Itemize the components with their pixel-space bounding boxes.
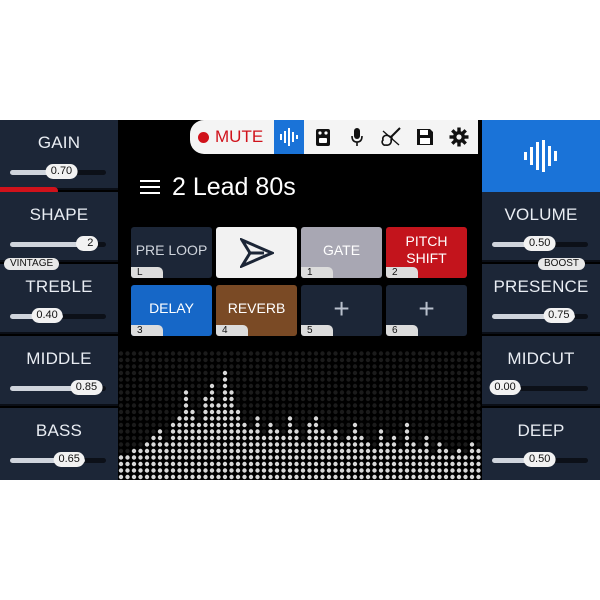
fx-slot-number: L — [131, 267, 163, 278]
knob-label: PRESENCE — [493, 277, 589, 296]
treble-slider[interactable]: 0.40 — [10, 308, 106, 323]
save-icon[interactable] — [410, 120, 440, 154]
slider-value[interactable]: 0.75 — [543, 308, 575, 323]
preset-title[interactable]: 2 Lead 80s — [172, 173, 296, 202]
knob-midcut[interactable]: MIDCUT 0.00 — [482, 336, 600, 406]
slider-value[interactable]: 0.00 — [489, 380, 521, 395]
add-effect-icon: + — [333, 293, 350, 324]
record-dot-icon — [198, 132, 209, 143]
spectrum-visualizer — [118, 351, 481, 480]
shape-slider[interactable]: 2 — [10, 236, 106, 251]
left-knob-panel: GAIN 0.70 SHAPE 2 TREBLE 0.40 MIDDLE 0.8… — [0, 120, 118, 480]
waveform-icon — [524, 140, 557, 172]
knob-volume[interactable]: VOLUME 0.50 — [482, 192, 600, 262]
knob-label: SHAPE — [29, 205, 89, 224]
fx-slot-number: 6 — [386, 325, 418, 336]
hamburger-menu-icon[interactable] — [140, 180, 160, 196]
knob-label: MIDDLE — [26, 349, 92, 368]
fx-slot-number: 1 — [301, 267, 333, 278]
fx-reverb[interactable]: REVERB 4 — [216, 285, 297, 336]
fx-slot-number: 5 — [301, 325, 333, 336]
fx-empty-slot-6[interactable]: + 6 — [386, 285, 467, 336]
fx-gate[interactable]: GATE 1 — [301, 227, 382, 278]
deep-slider[interactable]: 0.50 — [492, 452, 588, 467]
mute-label: MUTE — [215, 127, 264, 146]
knob-label: BASS — [35, 421, 83, 440]
fx-label: REVERB — [227, 300, 286, 316]
fx-slot-number: 3 — [131, 325, 163, 336]
gear-icon[interactable] — [444, 120, 474, 154]
mute-button[interactable]: MUTE — [198, 120, 263, 154]
slider-value[interactable]: 0.50 — [523, 452, 556, 467]
midcut-slider[interactable]: 0.00 — [489, 380, 588, 395]
knob-gain[interactable]: GAIN 0.70 — [0, 120, 118, 195]
knob-middle[interactable]: MIDDLE 0.85 — [0, 336, 118, 406]
gain-slider[interactable]: 0.70 — [10, 164, 106, 179]
presence-slider[interactable]: 0.75 — [492, 308, 588, 323]
fx-amp[interactable] — [216, 227, 297, 278]
middle-slider[interactable]: 0.85 — [10, 380, 106, 395]
slider-value[interactable]: 0.65 — [53, 452, 85, 467]
fx-label: DELAY — [149, 300, 194, 316]
microphone-icon[interactable] — [342, 120, 372, 154]
add-effect-icon: + — [418, 293, 435, 324]
amp-logo-icon — [240, 238, 274, 268]
slider-value[interactable]: 2 — [76, 236, 99, 251]
fx-pitch-shift[interactable]: PITCH SHIFT 2 — [386, 227, 467, 278]
top-toolbar: MUTE — [190, 120, 478, 154]
guitar-icon[interactable] — [376, 120, 406, 154]
knob-label: DEEP — [517, 421, 565, 440]
amp-app-screen: GAIN 0.70 SHAPE 2 TREBLE 0.40 MIDDLE 0.8… — [0, 120, 600, 480]
fx-pre-loop[interactable]: PRE LOOP L — [131, 227, 212, 278]
knob-treble[interactable]: TREBLE 0.40 — [0, 264, 118, 334]
fx-slot-number: 4 — [216, 325, 248, 336]
fx-label: PRE LOOP — [135, 242, 208, 258]
volume-slider[interactable]: 0.50 — [492, 236, 588, 251]
knob-bass[interactable]: BASS 0.65 — [0, 408, 118, 480]
knob-label: TREBLE — [25, 277, 93, 296]
fx-label: PITCH SHIFT — [405, 233, 448, 266]
slider-value[interactable]: 0.40 — [31, 308, 63, 323]
bass-slider[interactable]: 0.65 — [10, 452, 106, 467]
rack-view-button[interactable] — [482, 120, 600, 192]
slider-value[interactable]: 0.70 — [45, 164, 78, 179]
fx-slot-number: 2 — [386, 267, 418, 278]
knob-label: VOLUME — [504, 205, 578, 224]
fx-delay[interactable]: DELAY 3 — [131, 285, 212, 336]
knob-presence[interactable]: PRESENCE 0.75 — [482, 264, 600, 334]
knob-label: GAIN — [37, 133, 81, 152]
fx-label: GATE — [322, 242, 361, 258]
slider-value[interactable]: 0.50 — [523, 236, 556, 251]
boost-tag: BOOST — [538, 258, 586, 270]
pedal-icon[interactable] — [308, 120, 338, 154]
vintage-tag: VINTAGE — [4, 258, 60, 270]
waveform-icon[interactable] — [274, 120, 304, 154]
right-knob-panel: VOLUME 0.50 PRESENCE 0.75 MIDCUT 0.00 DE… — [482, 192, 600, 480]
knob-shape[interactable]: SHAPE 2 — [0, 192, 118, 262]
knob-deep[interactable]: DEEP 0.50 — [482, 408, 600, 480]
slider-value[interactable]: 0.85 — [70, 380, 103, 395]
knob-label: MIDCUT — [507, 349, 575, 368]
fx-empty-slot-5[interactable]: + 5 — [301, 285, 382, 336]
